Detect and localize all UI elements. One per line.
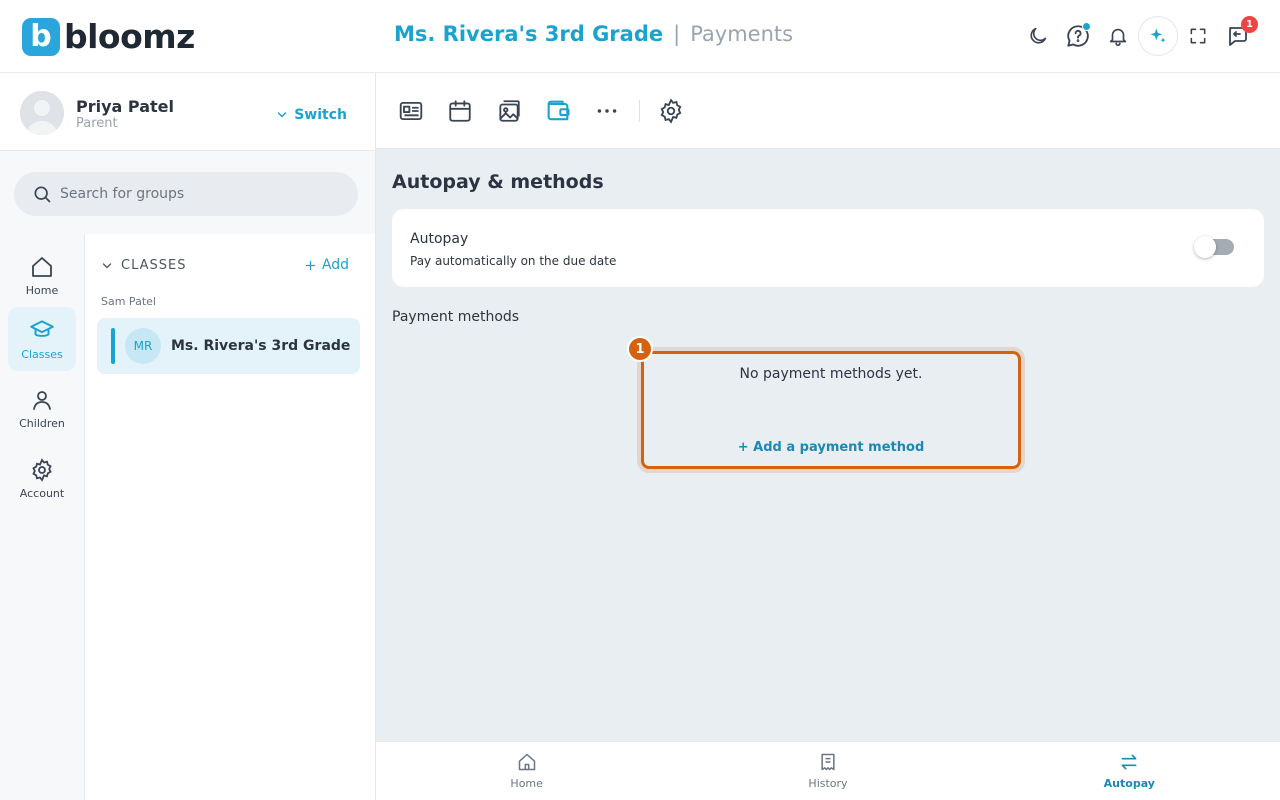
person-icon — [33, 391, 51, 410]
rail-label: Classes — [21, 348, 63, 361]
search-bar[interactable] — [14, 172, 358, 216]
autopay-section-title: Autopay & methods — [392, 171, 604, 193]
chevron-down-icon — [102, 262, 112, 268]
step-marker: 1 — [627, 336, 653, 362]
gear-icon — [32, 458, 52, 482]
group-title[interactable]: Ms. Rivera's 3rd Grade — [394, 22, 663, 46]
switch-label: Switch — [294, 107, 347, 123]
left-panel: Priya Patel Parent Switch Home Classes C… — [0, 73, 376, 800]
bottom-tab-history[interactable]: History — [677, 742, 978, 800]
add-payment-method-link[interactable]: + Add a payment method — [644, 440, 1018, 455]
rail-item-classes[interactable]: Classes — [8, 307, 76, 371]
calendar-icon[interactable] — [443, 94, 477, 128]
top-bar: b bloomz Ms. Rivera's 3rd Grade | Paymen… — [0, 0, 1280, 73]
page-title: Ms. Rivera's 3rd Grade | Payments — [394, 22, 793, 46]
ai-sparkle-icon[interactable] — [1138, 16, 1178, 56]
bottom-tab-label: History — [808, 777, 848, 790]
header-actions: 1 — [1018, 16, 1258, 56]
bottom-tab-autopay[interactable]: Autopay — [979, 742, 1280, 800]
rail-label: Children — [19, 417, 65, 430]
classes-header[interactable]: CLASSES — [101, 258, 186, 273]
receipt-icon — [821, 753, 835, 771]
user-name: Priya Patel — [76, 97, 174, 116]
group-name: Ms. Rivera's 3rd Grade — [171, 338, 351, 354]
home-icon — [518, 753, 535, 771]
group-avatar: MR — [125, 328, 161, 364]
add-label: Add — [321, 257, 349, 273]
group-item-ms-rivera[interactable]: MR Ms. Rivera's 3rd Grade — [97, 318, 360, 374]
home-icon — [32, 257, 52, 277]
classes-heading: CLASSES — [121, 258, 187, 273]
logo-text: bloomz — [64, 17, 195, 56]
section-title: Payments — [690, 22, 794, 46]
rail-label: Account — [19, 487, 65, 500]
empty-state-text: No payment methods yet. — [739, 366, 923, 382]
autopay-card: Autopay Pay automatically on the due dat… — [392, 209, 1264, 287]
rail-item-account[interactable]: Account — [8, 447, 76, 511]
autopay-toggle[interactable] — [1194, 236, 1234, 258]
search-icon — [34, 186, 51, 203]
payment-methods-label: Payment methods — [392, 309, 520, 325]
groups-list: CLASSES Add Sam Patel MR Ms. Rivera's 3r… — [85, 234, 375, 800]
avatar[interactable] — [20, 91, 64, 135]
settings-icon[interactable] — [654, 94, 688, 128]
search-input[interactable] — [60, 186, 340, 202]
dark-mode-icon[interactable] — [1018, 16, 1058, 56]
group-toolbar — [376, 73, 1280, 149]
rail-item-home[interactable]: Home — [8, 244, 76, 308]
help-notification-dot — [1082, 22, 1091, 31]
bottom-tab-label: Home — [510, 777, 543, 790]
newsfeed-icon[interactable] — [394, 94, 428, 128]
plus-icon — [305, 260, 316, 270]
bottom-nav: Home History Autopay — [376, 741, 1280, 800]
rail-label: Home — [25, 284, 59, 297]
user-card: Priya Patel Parent Switch — [0, 73, 375, 151]
bell-icon[interactable] — [1098, 16, 1138, 56]
graduation-cap-icon — [30, 320, 54, 337]
toolbar-divider — [639, 99, 640, 122]
main-content: Autopay & methods Autopay Pay automatica… — [376, 73, 1280, 800]
help-icon[interactable] — [1058, 16, 1098, 56]
chevron-down-icon — [277, 112, 287, 118]
active-indicator — [111, 328, 115, 364]
fullscreen-icon[interactable] — [1178, 16, 1218, 56]
messages-badge: 1 — [1241, 16, 1258, 33]
bottom-tab-label: Autopay — [1103, 777, 1155, 790]
more-icon[interactable] — [590, 94, 624, 128]
rail-item-children[interactable]: Children — [8, 377, 76, 441]
autopay-subtitle: Pay automatically on the due date — [410, 254, 617, 268]
bloomz-logo[interactable]: b bloomz — [22, 17, 195, 56]
switch-button[interactable]: Switch — [276, 107, 347, 123]
payment-methods-empty: No payment methods yet. + Add a payment … — [641, 351, 1021, 469]
logo-mark: b — [22, 17, 60, 56]
bottom-tab-home[interactable]: Home — [376, 742, 677, 800]
add-class-button[interactable]: Add — [305, 257, 349, 273]
nav-rail: Home Classes Children Account — [0, 234, 85, 800]
toggle-knob — [1194, 236, 1216, 258]
child-name: Sam Patel — [101, 295, 156, 308]
wallet-icon[interactable] — [541, 94, 575, 128]
user-role: Parent — [76, 116, 118, 131]
title-separator: | — [673, 22, 681, 46]
messages-icon[interactable]: 1 — [1218, 16, 1258, 56]
photos-icon[interactable] — [492, 94, 526, 128]
autopay-title: Autopay — [410, 231, 469, 247]
swap-arrows-icon — [1121, 754, 1137, 770]
